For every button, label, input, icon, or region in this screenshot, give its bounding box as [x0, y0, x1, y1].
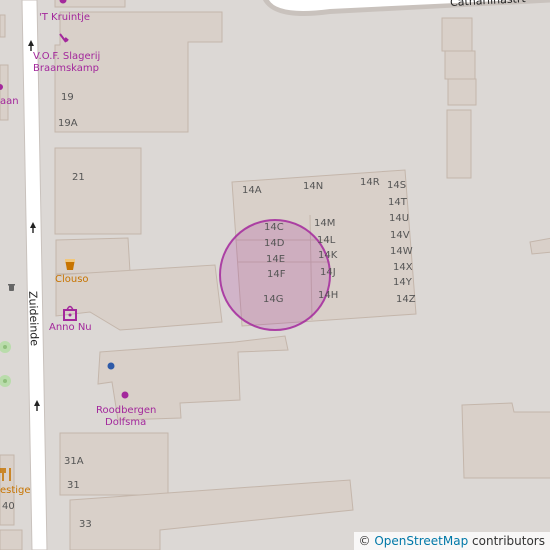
building: [0, 529, 23, 550]
building: [529, 237, 550, 255]
building: [446, 109, 472, 179]
copyright-symbol: ©: [358, 534, 371, 548]
house-number: 21: [72, 172, 85, 183]
poi-label-roodbergen-line2[interactable]: Dolfsma: [105, 417, 146, 428]
building: [444, 50, 476, 80]
house-number: 14R: [360, 177, 380, 188]
house-number: 31: [67, 480, 80, 491]
building: [0, 64, 9, 121]
house-number: 14M: [314, 218, 336, 229]
house-number: 14U: [389, 213, 410, 224]
house-number: 14S: [387, 180, 407, 191]
house-number: 14L: [317, 235, 336, 246]
house-number: 33: [79, 519, 92, 530]
house-number: 14A: [242, 185, 262, 196]
house-number: 14C: [264, 222, 284, 233]
house-number: 31A: [64, 456, 84, 467]
house-number: 40: [2, 501, 15, 512]
house-number: 14Y: [393, 277, 412, 288]
house-number: 14D: [264, 238, 285, 249]
poi-label-clouso[interactable]: Clouso: [55, 274, 89, 285]
house-number: 14V: [390, 230, 410, 241]
house-number: 14G: [263, 294, 284, 305]
house-number: 14N: [303, 181, 324, 192]
house-number: 14T: [388, 197, 407, 208]
poi-label-slagerij-line1[interactable]: V.O.F. Slagerij: [33, 51, 100, 62]
house-number: 14H: [318, 290, 339, 301]
poi-label-left-edge-top[interactable]: aan: [0, 96, 19, 107]
openstreetmap-link[interactable]: OpenStreetMap: [374, 534, 468, 548]
house-number: 14E: [266, 254, 286, 265]
map-view[interactable]: Cathariinastrt Zuideinde 19 19A 21 31A 3…: [0, 0, 550, 550]
building: [54, 147, 142, 235]
poi-label-slagerij-line2[interactable]: Braamskamp: [33, 63, 99, 74]
poi-label-left-edge-bottom[interactable]: estige: [0, 485, 31, 496]
building: [441, 17, 473, 52]
building: [447, 78, 477, 106]
poi-label-kruintje[interactable]: 'T Kruintje: [39, 12, 90, 23]
poi-dot-icon: [107, 362, 115, 370]
zuideinde-road: [21, 0, 48, 550]
poi-label-anno-nu[interactable]: Anno Nu: [49, 322, 92, 333]
house-number: 14K: [318, 250, 338, 261]
house-number: 14Z: [396, 294, 416, 305]
house-number: 19A: [58, 118, 78, 129]
waste-basket-icon: [8, 284, 15, 291]
building: [461, 402, 550, 479]
street-label-zuideinde: Zuideinde: [26, 290, 42, 347]
house-number: 14J: [320, 267, 336, 278]
house-number: 14W: [390, 246, 413, 257]
poi-dot-icon: [121, 391, 129, 399]
house-number: 14X: [393, 262, 413, 273]
poi-label-roodbergen-line1[interactable]: Roodbergen: [96, 405, 156, 416]
house-number: 19: [61, 92, 74, 103]
building: [0, 14, 6, 38]
map-attribution: © OpenStreetMap contributors: [353, 532, 550, 550]
attribution-contributors: contributors: [468, 534, 545, 548]
house-number: 14F: [267, 269, 286, 280]
